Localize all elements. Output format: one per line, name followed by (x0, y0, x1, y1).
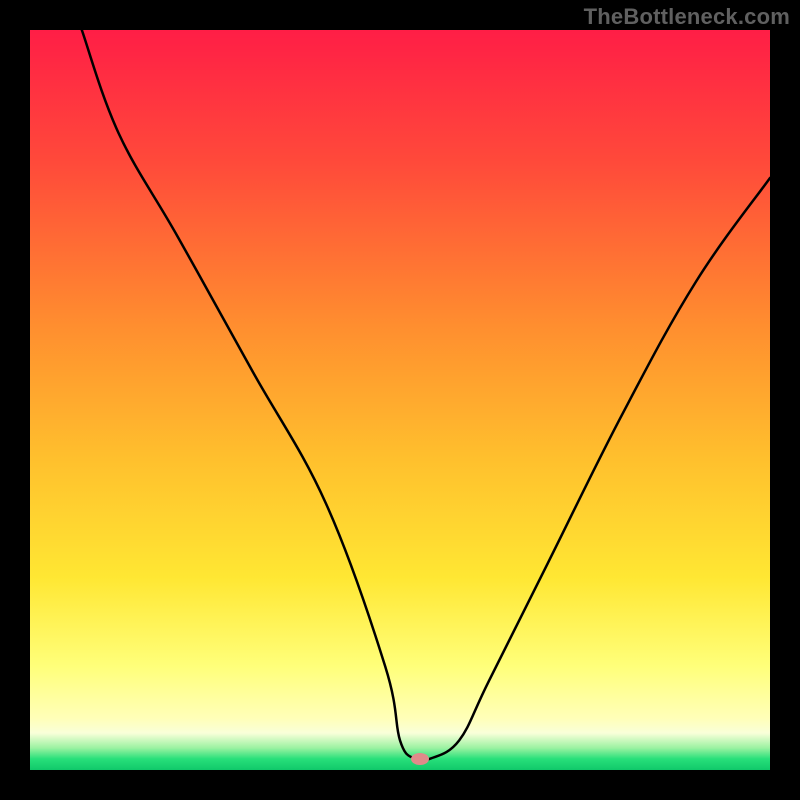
bottleneck-curve (30, 30, 770, 770)
attribution-text: TheBottleneck.com (584, 4, 790, 30)
curve-minimum-marker (411, 753, 429, 765)
chart-plot-area (30, 30, 770, 770)
chart-frame: TheBottleneck.com (0, 0, 800, 800)
